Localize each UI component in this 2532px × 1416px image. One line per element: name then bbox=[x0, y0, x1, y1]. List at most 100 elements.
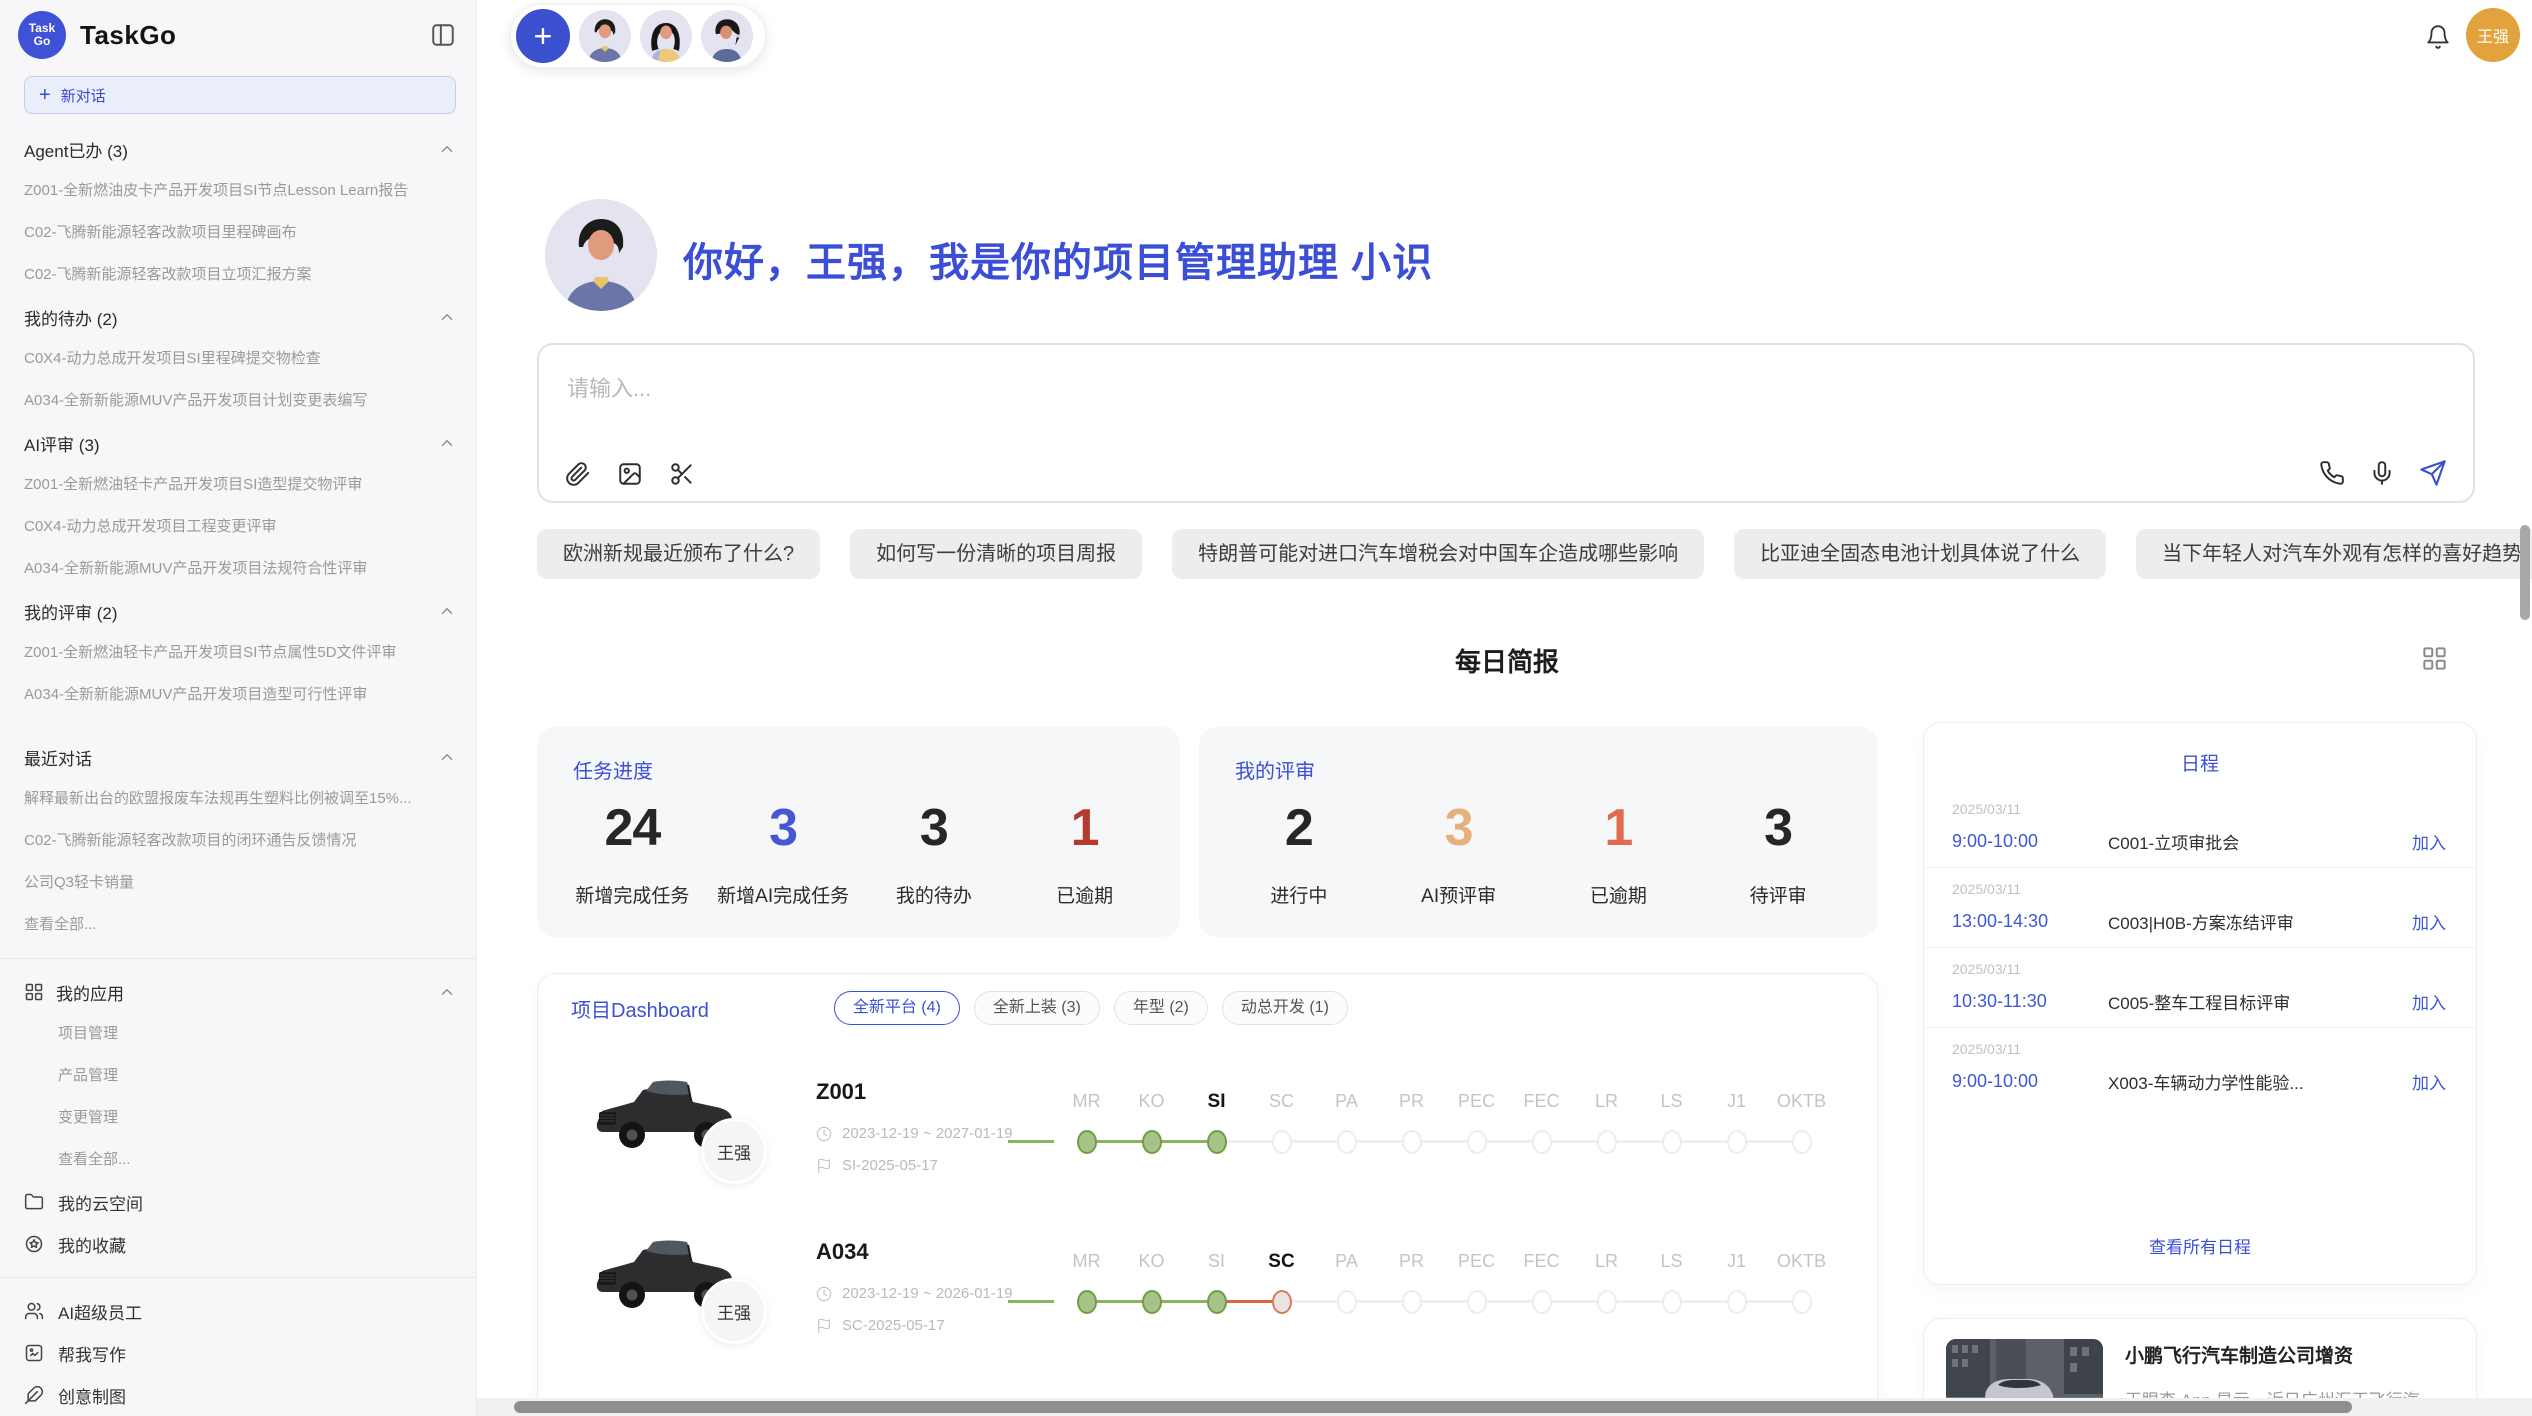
milestone: J1 bbox=[1704, 1061, 1769, 1191]
app-title: TaskGo bbox=[80, 20, 176, 51]
send-icon[interactable] bbox=[2419, 459, 2447, 487]
notification-bell-icon[interactable] bbox=[2425, 24, 2451, 55]
section-label: 最近对话 bbox=[24, 745, 92, 770]
filter-chip[interactable]: 年型 (2) bbox=[1114, 991, 1208, 1025]
schedule-event: 2025/03/119:00-10:00X003-车辆动力学性能验...加入 bbox=[1924, 1028, 2476, 1108]
stat: 3AI预评审 bbox=[1379, 795, 1539, 908]
suggestion-chip[interactable]: 当下年轻人对汽车外观有怎样的喜好趋势 bbox=[2136, 529, 2532, 579]
stat-label: 进行中 bbox=[1219, 881, 1379, 908]
add-session-button[interactable]: + bbox=[516, 9, 570, 63]
sidebar-section-header[interactable]: 我的应用 bbox=[0, 971, 476, 1013]
layout-grid-icon[interactable] bbox=[2421, 645, 2448, 677]
milestone-dot bbox=[1467, 1130, 1487, 1154]
sidebar-item[interactable]: Z001-全新燃油轻卡产品开发项目SI造型提交物评审 bbox=[0, 464, 476, 506]
view-all-conversations-link[interactable]: 查看全部... bbox=[0, 904, 476, 946]
section-label: AI评审 (3) bbox=[24, 431, 100, 456]
app-item[interactable]: 项目管理 bbox=[0, 1013, 476, 1055]
milestone-dot bbox=[1337, 1130, 1357, 1154]
recent-conversation-item[interactable]: C02-飞腾新能源轻客改款项目的闭环通告反馈情况 bbox=[0, 820, 476, 862]
milestone-dot bbox=[1142, 1130, 1162, 1154]
milestone-dot bbox=[1662, 1130, 1682, 1154]
suggestion-chips: 欧洲新规最近颁布了什么? 如何写一份清晰的项目周报特朗普可能对进口汽车增税会对中国… bbox=[537, 529, 2477, 579]
join-link[interactable]: 加入 bbox=[2412, 1069, 2446, 1094]
flag-icon bbox=[816, 1158, 832, 1174]
sidebar-tool-pen[interactable]: 创意制图 bbox=[0, 1374, 476, 1416]
event-row: 10:30-11:30C005-整车工程目标评审加入 bbox=[1952, 989, 2446, 1014]
milestone-label: KO bbox=[1119, 1251, 1184, 1272]
collapse-sidebar-icon[interactable] bbox=[430, 22, 456, 48]
sidebar-item[interactable]: C0X4-动力总成开发项目SI里程碑提交物检查 bbox=[0, 338, 476, 380]
avatar-woman[interactable] bbox=[701, 10, 753, 62]
main-area: + 王强 你好，王强，我是你的项目管理助理 小识 请输入... bbox=[477, 0, 2532, 1416]
sidebar-item[interactable]: Z001-全新燃油轻卡产品开发项目SI节点属性5D文件评审 bbox=[0, 632, 476, 674]
milestone-dot bbox=[1337, 1290, 1357, 1314]
milestone-label: J1 bbox=[1704, 1251, 1769, 1272]
sidebar-section-header[interactable]: Agent已办 (3) bbox=[0, 128, 476, 170]
vertical-scrollbar-thumb[interactable] bbox=[2520, 525, 2530, 620]
join-link[interactable]: 加入 bbox=[2412, 989, 2446, 1014]
date-range-text: 2023-12-19 ~ 2027-01-19 bbox=[842, 1125, 1013, 1142]
sidebar-item-folder[interactable]: 我的云空间 bbox=[0, 1181, 476, 1223]
suggestion-chip[interactable]: 欧洲新规最近颁布了什么? bbox=[537, 529, 820, 579]
my-review-stats: 2进行中3AI预评审1已逾期3待评审 bbox=[1219, 795, 1858, 908]
milestone-dot bbox=[1597, 1130, 1617, 1154]
sidebar-item[interactable]: A034-全新新能源MUV产品开发项目计划变更表编写 bbox=[0, 380, 476, 422]
recent-conversation-item[interactable]: 公司Q3轻卡销量 bbox=[0, 862, 476, 904]
suggestion-chip[interactable]: 比亚迪全固态电池计划具体说了什么 bbox=[1734, 529, 2106, 579]
sidebar-item[interactable]: C02-飞腾新能源轻客改款项目里程碑画布 bbox=[0, 212, 476, 254]
sidebar-item[interactable]: A034-全新新能源MUV产品开发项目造型可行性评审 bbox=[0, 674, 476, 716]
sidebar-tool-people[interactable]: AI超级员工 bbox=[0, 1290, 476, 1332]
view-all-apps-link[interactable]: 查看全部... bbox=[0, 1139, 476, 1181]
milestone: MR bbox=[1054, 1221, 1119, 1351]
schedule-list: 2025/03/119:00-10:00C001-立项审批会加入2025/03/… bbox=[1924, 788, 2476, 1108]
milestone-label: LR bbox=[1574, 1251, 1639, 1272]
chat-input[interactable]: 请输入... bbox=[537, 343, 2475, 503]
user-avatar[interactable]: 王强 bbox=[2466, 8, 2520, 62]
sidebar-item[interactable]: C0X4-动力总成开发项目工程变更评审 bbox=[0, 506, 476, 548]
new-chat-button[interactable]: + 新对话 bbox=[24, 76, 456, 114]
filter-chip[interactable]: 全新平台 (4) bbox=[834, 991, 960, 1025]
milestone-label: OKTB bbox=[1769, 1091, 1834, 1112]
suggestion-chip[interactable]: 特朗普可能对进口汽车增税会对中国车企造成哪些影响 bbox=[1172, 529, 1704, 579]
view-all-schedule-link[interactable]: 查看所有日程 bbox=[1924, 1233, 2476, 1258]
sidebar-item[interactable]: Z001-全新燃油皮卡产品开发项目SI节点Lesson Learn报告 bbox=[0, 170, 476, 212]
filter-chip[interactable]: 全新上装 (3) bbox=[974, 991, 1100, 1025]
project-row: 王强Z0012023-12-19 ~ 2027-01-19SI-2025-05-… bbox=[538, 1061, 1877, 1221]
write-icon bbox=[24, 1343, 44, 1363]
panel-title: 任务进度 bbox=[573, 755, 653, 784]
sidebar-section-header[interactable]: AI评审 (3) bbox=[0, 422, 476, 464]
scissors-icon[interactable] bbox=[669, 461, 695, 487]
stat-value: 3 bbox=[708, 795, 859, 861]
milestone: PR bbox=[1379, 1221, 1444, 1351]
milestone-dot bbox=[1077, 1130, 1097, 1154]
sidebar-tool-write[interactable]: 帮我写作 bbox=[0, 1332, 476, 1374]
avatar-woman-long-hair[interactable] bbox=[640, 10, 692, 62]
milestone-connector bbox=[1008, 1140, 1054, 1143]
recent-conversation-item[interactable]: 解释最新出台的欧盟报废车法规再生塑料比例被调至15%... bbox=[0, 778, 476, 820]
join-link[interactable]: 加入 bbox=[2412, 829, 2446, 854]
horizontal-scrollbar-thumb[interactable] bbox=[514, 1401, 2352, 1413]
filter-chip[interactable]: 动总开发 (1) bbox=[1222, 991, 1348, 1025]
stat: 1已逾期 bbox=[1539, 795, 1699, 908]
sidebar-item[interactable]: A034-全新新能源MUV产品开发项目法规符合性评审 bbox=[0, 548, 476, 590]
image-icon[interactable] bbox=[617, 461, 643, 487]
sidebar-section-header[interactable]: 最近对话 bbox=[0, 736, 476, 778]
schedule-event: 2025/03/1110:30-11:30C005-整车工程目标评审加入 bbox=[1924, 948, 2476, 1028]
sidebar-section-header[interactable]: 我的待办 (2) bbox=[0, 296, 476, 338]
avatar-man[interactable] bbox=[579, 10, 631, 62]
sidebar-item-star[interactable]: 我的收藏 bbox=[0, 1223, 476, 1265]
join-link[interactable]: 加入 bbox=[2412, 909, 2446, 934]
panel-title: 我的评审 bbox=[1235, 755, 1315, 784]
suggestion-chip[interactable]: 如何写一份清晰的项目周报 bbox=[850, 529, 1142, 579]
milestone-dot bbox=[1402, 1290, 1422, 1314]
sidebar-section-header[interactable]: 我的评审 (2) bbox=[0, 590, 476, 632]
app-item[interactable]: 产品管理 bbox=[0, 1055, 476, 1097]
app-item[interactable]: 变更管理 bbox=[0, 1097, 476, 1139]
attachment-icon[interactable] bbox=[565, 461, 591, 487]
chevron-up-icon bbox=[438, 434, 456, 452]
phone-icon[interactable] bbox=[2319, 460, 2345, 486]
microphone-icon[interactable] bbox=[2369, 460, 2395, 486]
sidebar-item[interactable]: C02-飞腾新能源轻客改款项目立项汇报方案 bbox=[0, 254, 476, 296]
milestone-label: PA bbox=[1314, 1251, 1379, 1272]
milestone: PEC bbox=[1444, 1061, 1509, 1191]
